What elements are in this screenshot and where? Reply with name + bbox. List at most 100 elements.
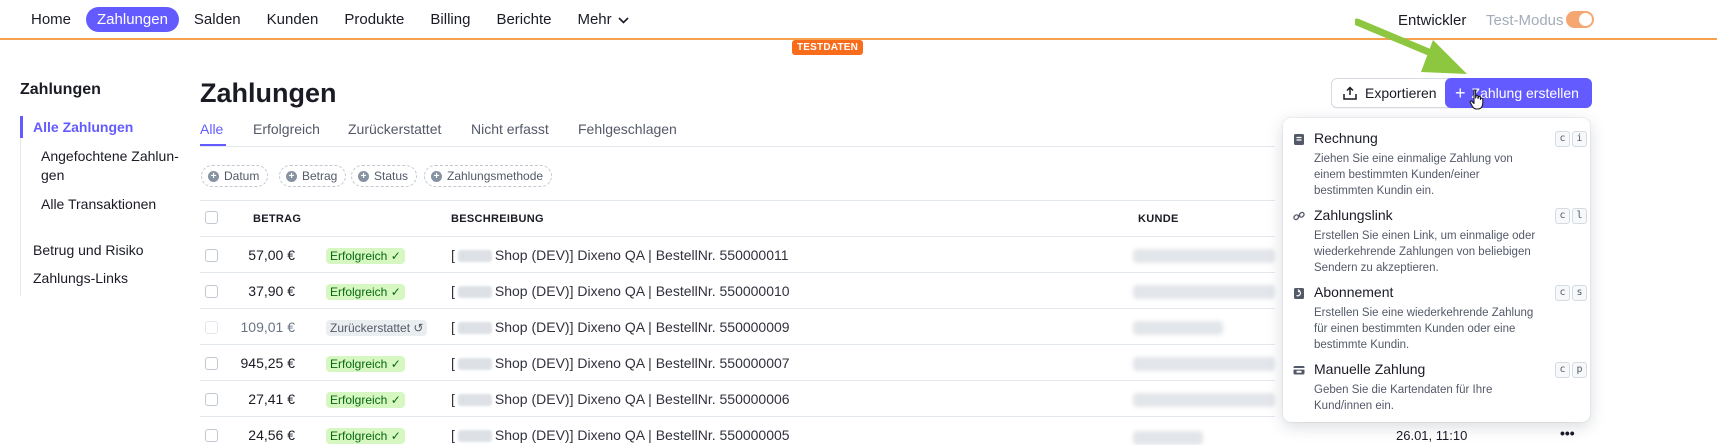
tab-succeeded[interactable]: Erfolgreich: [253, 121, 320, 137]
redacted-customer: [1133, 285, 1275, 299]
sidebar-item-all-transactions[interactable]: Alle Transaktionen: [41, 196, 156, 212]
page-title: Zahlungen: [200, 78, 337, 108]
create-payment-menu: Rechnung c i Ziehen Sie eine einmalige Z…: [1283, 118, 1590, 422]
nav-balances[interactable]: Salden: [183, 7, 252, 32]
check-icon: ✓: [390, 429, 401, 443]
chevron-down-icon: [618, 16, 629, 24]
row-border: [200, 344, 1275, 345]
redacted-text: [457, 286, 492, 299]
sidebar-title: Zahlungen: [20, 81, 101, 98]
tab-refunded[interactable]: Zurückerstattet: [348, 121, 441, 137]
check-icon: ✓: [390, 249, 401, 263]
row-amount: 57,00 €: [248, 247, 295, 263]
export-icon: [1343, 86, 1357, 100]
status-badge: Erfolgreich ✓: [326, 356, 405, 372]
redacted-customer: [1133, 249, 1275, 263]
row-description[interactable]: [Shop (DEV)] Dixeno QA | BestellNr. 5500…: [451, 427, 790, 443]
row-description-text: Shop (DEV)] Dixeno QA | BestellNr. 55000…: [494, 247, 789, 263]
row-amount: 37,90 €: [248, 283, 295, 299]
header-description: BESCHREIBUNG: [451, 213, 544, 225]
refund-icon: ↺: [413, 321, 424, 335]
filter-payment-method[interactable]: + Zahlungsmethode: [424, 165, 553, 187]
row-amount: 109,01 €: [240, 319, 296, 335]
sidebar-item-all-payments[interactable]: Alle Zahlungen: [33, 119, 133, 135]
header-border: [200, 236, 1275, 237]
filter-date[interactable]: + Datum: [201, 165, 269, 187]
check-icon: ✓: [390, 285, 401, 299]
check-icon: ✓: [390, 393, 401, 407]
sidebar-item-fraud-risk[interactable]: Betrug und Risiko: [33, 242, 144, 258]
redacted-text: [457, 358, 492, 371]
test-mode-label: Test-Modus: [1486, 12, 1564, 29]
nav-products[interactable]: Produkte: [333, 7, 415, 32]
menu-item-payment-link[interactable]: Zahlungslink c l Erstellen Sie einen Lin…: [1283, 207, 1590, 274]
nav-customers[interactable]: Kunden: [256, 7, 330, 32]
menu-item-description: Ziehen Sie eine einmalige Zahlung von ei…: [1314, 153, 1513, 197]
nav-billing[interactable]: Billing: [419, 7, 481, 32]
menu-item-title: Abonnement: [1314, 284, 1394, 300]
filter-amount-label: Betrag: [302, 169, 338, 183]
menu-item-description: Geben Sie die Kartendaten für Ihre Kund/…: [1314, 384, 1493, 412]
sidebar-guide-line: [20, 116, 21, 296]
plus-circle-icon: +: [286, 170, 297, 182]
row-amount: 24,56 €: [248, 427, 295, 443]
header-customer: KUNDE: [1138, 213, 1179, 225]
subscription-icon: [1294, 288, 1304, 299]
menu-item-subscription[interactable]: Abonnement c s Erstellen Sie eine wieder…: [1283, 284, 1590, 351]
check-icon: ✓: [390, 357, 401, 371]
menu-item-title: Manuelle Zahlung: [1314, 361, 1426, 377]
nav-home[interactable]: Home: [20, 7, 82, 32]
sidebar-item-disputes[interactable]: Angefochtene Zahlun-gen: [41, 147, 191, 185]
filter-status[interactable]: + Status: [351, 165, 418, 187]
more-actions-icon[interactable]: •••: [1560, 425, 1575, 441]
nav-reports[interactable]: Berichte: [485, 7, 562, 32]
hand-cursor-icon: [1469, 89, 1484, 110]
redacted-text: [457, 250, 492, 263]
nav-more[interactable]: Mehr: [566, 7, 639, 32]
status-badge: Erfolgreich ✓: [326, 248, 405, 264]
nav-more-label: Mehr: [577, 11, 612, 28]
redacted-customer: [1133, 431, 1203, 445]
status-badge: Erfolgreich ✓: [326, 284, 405, 300]
nav-payments[interactable]: Zahlungen: [86, 7, 179, 32]
row-description-text: Shop (DEV)] Dixeno QA | BestellNr. 55000…: [494, 319, 790, 335]
row-description[interactable]: [Shop (DEV)] Dixeno QA | BestellNr. 5500…: [451, 319, 790, 335]
menu-item-invoice[interactable]: Rechnung c i Ziehen Sie eine einmalige Z…: [1283, 130, 1590, 197]
shortcut-key: c: [1555, 131, 1570, 147]
redacted-customer: [1133, 357, 1275, 371]
redacted-customer: [1133, 393, 1275, 407]
menu-item-description: Erstellen Sie eine wiederkehrende Zahlun…: [1314, 307, 1534, 351]
row-description-text: Shop (DEV)] Dixeno QA | BestellNr. 55000…: [494, 283, 790, 299]
row-description[interactable]: [Shop (DEV)] Dixeno QA | BestellNr. 5500…: [451, 391, 790, 407]
redacted-text: [457, 394, 492, 407]
status-label: Erfolgreich: [330, 249, 388, 263]
tab-uncaptured[interactable]: Nicht erfasst: [471, 121, 549, 137]
plus-circle-icon: +: [208, 170, 219, 182]
tab-all[interactable]: Alle: [200, 121, 223, 137]
create-payment-label: Zahlung erstellen: [1471, 85, 1579, 101]
status-label: Erfolgreich: [330, 357, 388, 371]
filter-status-label: Status: [374, 169, 409, 183]
sidebar-item-payment-links[interactable]: Zahlungs-Links: [33, 270, 128, 286]
row-border: [200, 416, 1275, 417]
shortcut-key: c: [1555, 362, 1570, 378]
annotation-arrow-icon: [1355, 18, 1467, 74]
row-description[interactable]: [Shop (DEV)] Dixeno QA | BestellNr. 5500…: [451, 283, 790, 299]
table-top-border: [200, 200, 1275, 201]
menu-item-description: Erstellen Sie einen Link, um einmalige o…: [1314, 230, 1536, 274]
status-badge: Erfolgreich ✓: [326, 392, 405, 408]
plus-circle-icon: +: [358, 170, 369, 182]
row-description-text: Shop (DEV)] Dixeno QA | BestellNr. 55000…: [494, 355, 790, 371]
invoice-icon: [1294, 134, 1304, 145]
menu-item-manual-payment[interactable]: Manuelle Zahlung c p Geben Sie die Karte…: [1283, 361, 1590, 412]
row-border: [200, 308, 1275, 309]
select-all-checkbox[interactable]: [205, 211, 218, 224]
shortcut-key: l: [1572, 208, 1587, 224]
filter-amount[interactable]: + Betrag: [279, 165, 347, 187]
shortcut-key: c: [1555, 208, 1570, 224]
header-amount: BETRAG: [253, 213, 302, 225]
row-description[interactable]: [Shop (DEV)] Dixeno QA | BestellNr. 5500…: [451, 355, 790, 371]
row-description[interactable]: [Shop (DEV)] Dixeno QA | BestellNr. 5500…: [451, 247, 789, 263]
tab-failed[interactable]: Fehlgeschlagen: [578, 121, 677, 137]
test-mode-toggle[interactable]: [1566, 11, 1594, 28]
